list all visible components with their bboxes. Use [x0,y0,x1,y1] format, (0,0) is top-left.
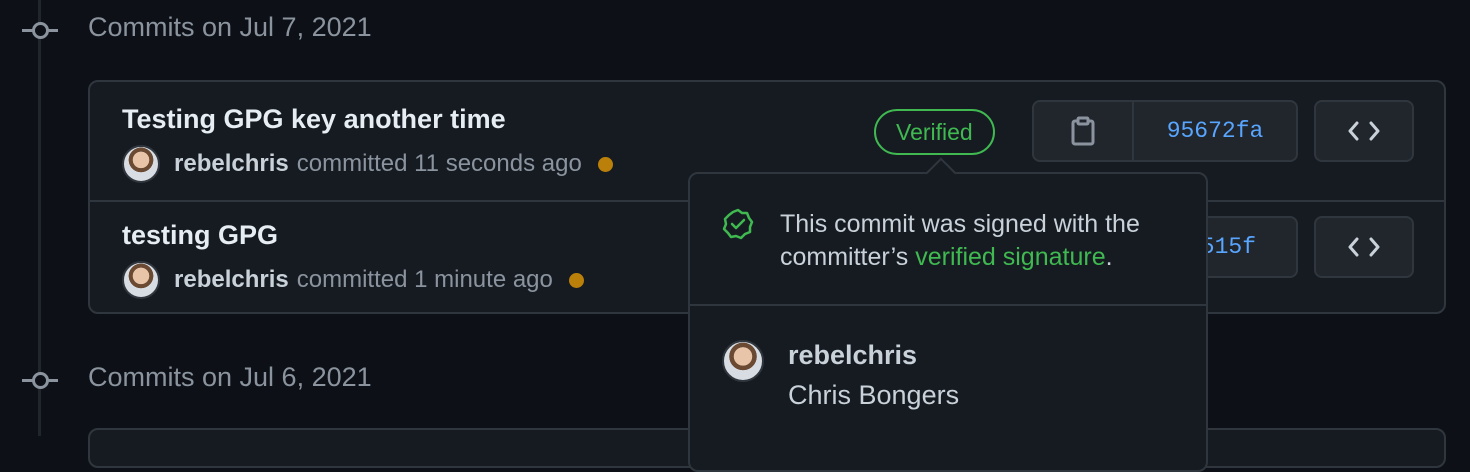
commit-verb: committed [296,266,408,293]
signer-full-name: Chris Bongers [788,380,960,410]
commit-verb: committed [296,150,408,177]
copy-sha-button[interactable] [1034,102,1134,160]
commit-node-icon [22,370,58,390]
commit-time: 1 minute ago [414,266,553,293]
commit-meta: rebelchris committed 11 seconds ago [122,144,613,184]
code-icon [1348,237,1380,257]
commit-time: 11 seconds ago [414,150,582,177]
signature-text-end: . [1105,243,1113,271]
commit-meta: rebelchris committed 1 minute ago [122,260,584,300]
browse-code-button[interactable] [1314,100,1414,162]
commit-node-icon [22,20,58,40]
verified-badge[interactable]: Verified [874,109,995,155]
verified-signature-link[interactable]: verified signature [915,243,1105,271]
status-dot[interactable] [597,156,613,172]
browse-code-button[interactable] [1314,216,1414,278]
avatar[interactable] [722,340,764,382]
group-title: Commits on Jul 7, 2021 [88,12,372,42]
avatar[interactable] [122,145,160,183]
commit-sha-link[interactable]: 95672fa [1134,102,1296,160]
author-link[interactable]: rebelchris [174,150,289,178]
status-dot[interactable] [568,272,584,288]
author-link[interactable]: rebelchris [174,266,289,294]
commit-message-link[interactable]: testing GPG [122,220,278,251]
code-icon [1348,121,1380,141]
commit-message-link[interactable]: Testing GPG key another time [122,104,506,135]
clipboard-icon [1071,116,1095,146]
signature-message: This commit was signed with the committe… [780,208,1190,274]
verified-check-icon [722,208,754,240]
avatar[interactable] [122,261,160,299]
popover-header: This commit was signed with the committe… [690,174,1206,306]
signer-login[interactable]: rebelchris [788,340,917,371]
signature-popover: This commit was signed with the committe… [688,157,1208,472]
sha-button-group: 95672fa [1032,100,1298,162]
group-title: Commits on Jul 6, 2021 [88,362,372,392]
